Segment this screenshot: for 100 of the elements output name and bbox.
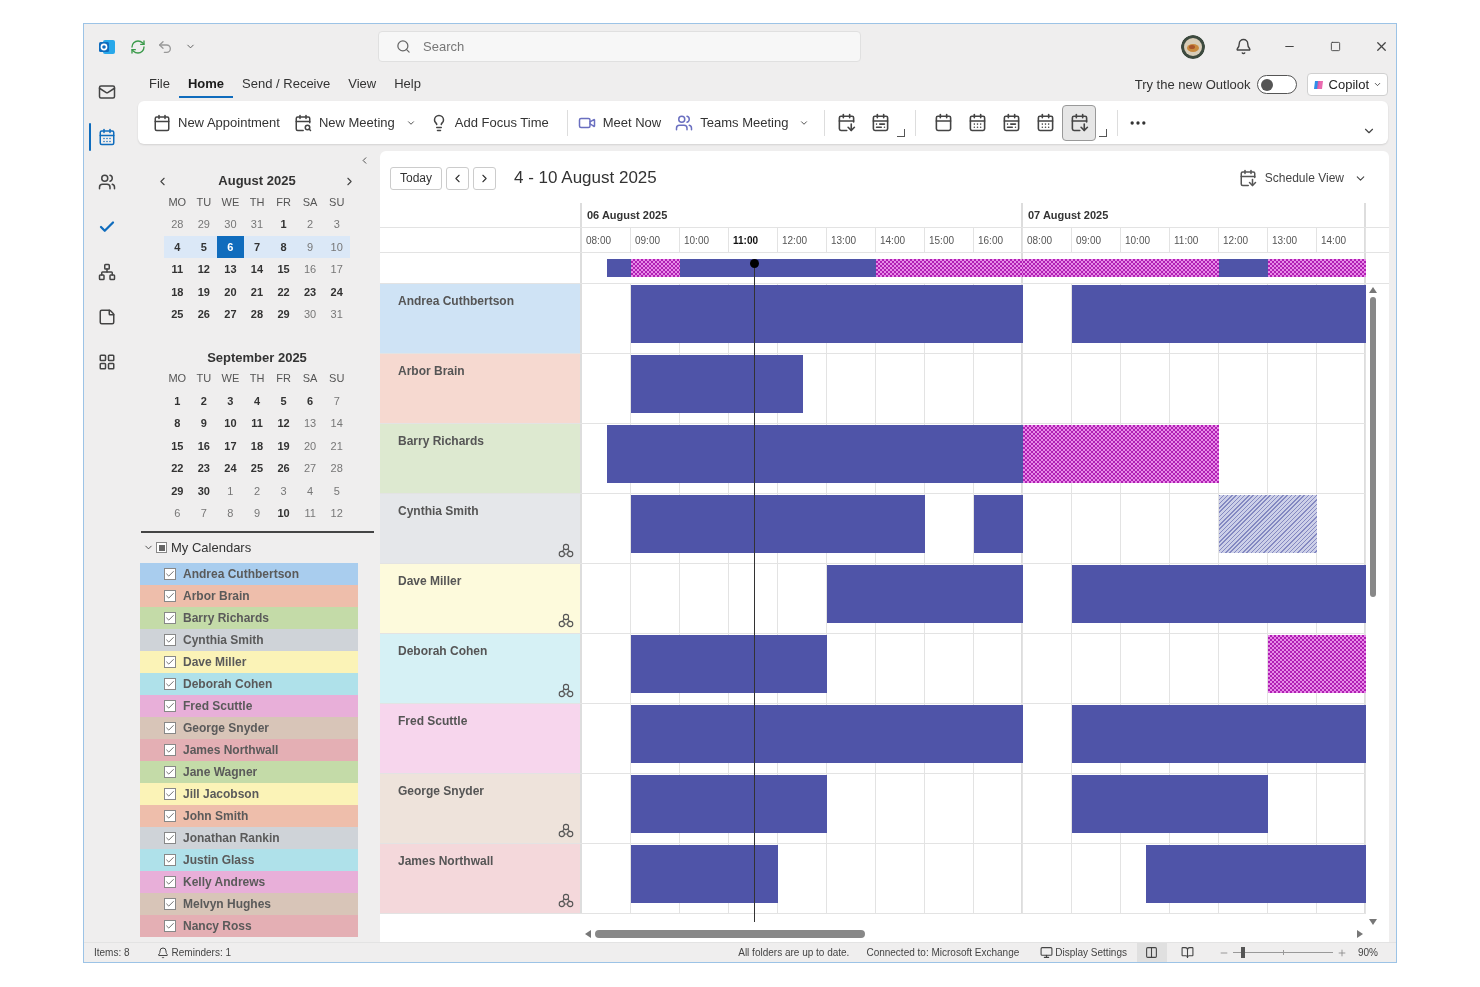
calendar-list-item[interactable]: Fred Scuttle	[140, 694, 358, 717]
display-settings-button[interactable]: Display Settings	[1040, 945, 1127, 960]
calendar-checkbox[interactable]	[164, 897, 176, 910]
calendar-checkbox[interactable]	[164, 809, 176, 822]
calendar-checkbox[interactable]	[164, 699, 176, 712]
calendar-day[interactable]: 30	[190, 479, 218, 502]
calendar-checkbox[interactable]	[164, 875, 176, 888]
previous-button[interactable]	[446, 166, 470, 190]
calendar-checkbox[interactable]	[164, 633, 176, 646]
close-icon[interactable]	[1374, 39, 1389, 54]
next-seven-days-icon[interactable]	[871, 113, 891, 132]
calendar-day[interactable]: 10	[323, 235, 350, 258]
calendar-day[interactable]: 8	[270, 235, 297, 258]
menu-tab[interactable]: Help	[385, 71, 430, 98]
calendar-day[interactable]: 22	[270, 280, 297, 303]
calendar-checkbox[interactable]	[164, 765, 176, 778]
calendar-list-item[interactable]: James Northwall	[140, 738, 358, 761]
calendar-day[interactable]: 11	[164, 258, 191, 281]
week-row[interactable]: 1 2 3 4 5 6 7	[164, 389, 350, 412]
calendar-day[interactable]: 5	[190, 235, 218, 258]
calendar-checkbox[interactable]	[164, 743, 176, 756]
scroll-left-icon[interactable]	[585, 929, 591, 938]
calendar-day[interactable]: 23	[190, 457, 218, 480]
calendar-day[interactable]: 10	[217, 412, 244, 435]
calendar-day[interactable]: 2	[296, 213, 324, 236]
calendar-checkbox[interactable]	[164, 611, 176, 624]
calendar-day[interactable]: 18	[243, 434, 271, 457]
calendar-day[interactable]: 8	[164, 412, 191, 435]
calendar-list-item[interactable]: Melvyn Hughes	[140, 892, 358, 915]
calendar-day[interactable]: 1	[270, 213, 297, 236]
calendar-list-item[interactable]: George Snyder	[140, 716, 358, 739]
scroll-up-icon[interactable]	[1369, 287, 1377, 293]
ribbon-button[interactable]: New Appointment	[150, 106, 283, 139]
menu-tab[interactable]: Home	[178, 71, 234, 98]
today-button[interactable]: Today	[390, 166, 443, 190]
calendar-day[interactable]: 1	[164, 389, 191, 412]
mail-icon[interactable]	[97, 83, 116, 101]
calendar-day[interactable]: 17	[217, 434, 244, 457]
copilot-button[interactable]: Copilot	[1306, 73, 1388, 96]
calendar-day[interactable]: 7	[190, 502, 218, 525]
week-row[interactable]: 28 29 30 31 1 2 3	[164, 213, 350, 236]
calendar-list-item[interactable]: Nancy Ross	[140, 914, 358, 937]
next-button[interactable]	[473, 166, 497, 190]
calendar-day[interactable]: 4	[296, 479, 324, 502]
zoom-slider-thumb[interactable]	[1241, 947, 1245, 958]
week-row[interactable]: 29 30 1 2 3 4 5	[164, 479, 350, 502]
menu-tab[interactable]: View	[339, 71, 386, 98]
dialog-launcher-icon[interactable]	[1099, 129, 1108, 137]
calendar-day[interactable]: 25	[243, 457, 271, 480]
calendar-day[interactable]: 12	[190, 258, 218, 281]
search-field[interactable]: Search	[378, 31, 861, 62]
calendar-day[interactable]: 13	[296, 412, 324, 435]
calendar-day[interactable]: 8	[217, 502, 244, 525]
calendar-list-item[interactable]: Dave Miller	[140, 650, 358, 673]
week-row[interactable]: 25 26 27 28 29 30 31	[164, 303, 350, 326]
calendar-day[interactable]: 28	[164, 213, 191, 236]
calendar-day[interactable]: 29	[164, 479, 191, 502]
calendar-day[interactable]: 18	[164, 280, 191, 303]
calendar-day[interactable]: 28	[323, 457, 350, 480]
calendar-checkbox[interactable]	[164, 655, 176, 668]
week-row[interactable]: 8 9 10 11 12 13 14	[164, 412, 350, 435]
calendar-list-item[interactable]: Jill Jacobson	[140, 782, 358, 805]
calendar-day[interactable]: 4	[243, 389, 271, 412]
out-of-office-bar[interactable]	[1268, 635, 1366, 693]
calendar-day[interactable]: 3	[323, 213, 350, 236]
calendar-day[interactable]: 21	[243, 280, 271, 303]
calendar-day[interactable]: 22	[164, 457, 191, 480]
calendar-day[interactable]: 12	[270, 412, 297, 435]
week-row[interactable]: 11 12 13 14 15 16 17	[164, 258, 350, 281]
sync-icon[interactable]	[130, 38, 146, 55]
calendar-day[interactable]: 6	[296, 389, 324, 412]
ribbon-button[interactable]: Meet Now	[574, 106, 665, 139]
calendar-list-item[interactable]: Cynthia Smith	[140, 628, 358, 651]
calendar-day[interactable]: 30	[296, 303, 324, 326]
calendar-day[interactable]: 16	[190, 434, 218, 457]
calendar-day[interactable]: 9	[190, 412, 218, 435]
calendar-list-item[interactable]: John Smith	[140, 804, 358, 827]
calendar-day[interactable]: 2	[190, 389, 218, 412]
calendar-list-item[interactable]: Jonathan Rankin	[140, 826, 358, 849]
calendar-day[interactable]: 11	[296, 502, 324, 525]
out-of-office-bar[interactable]	[876, 259, 1023, 277]
horizontal-scrollbar[interactable]	[595, 929, 865, 938]
calendar-list-item[interactable]: Arbor Brain	[140, 584, 358, 607]
week-row[interactable]: 22 23 24 25 26 27 28	[164, 457, 350, 480]
scroll-right-icon[interactable]	[1357, 929, 1363, 938]
ribbon-button[interactable]: Teams Meeting	[672, 106, 813, 139]
calendar-day[interactable]: 26	[190, 303, 218, 326]
calendar-day[interactable]: 20	[296, 434, 324, 457]
calendar-day[interactable]: 17	[323, 258, 350, 281]
out-of-office-bar[interactable]	[1023, 425, 1219, 483]
calendar-day[interactable]: 3	[217, 389, 244, 412]
calendar-day[interactable]: 5	[270, 389, 297, 412]
reminders-label[interactable]: Reminders: 1	[171, 945, 232, 960]
zoom-in-icon[interactable]	[1337, 947, 1347, 958]
calendar-checkbox[interactable]	[164, 589, 176, 602]
week-row[interactable]: 4 5 6 7 8 9 10	[164, 235, 350, 258]
calendar-checkbox[interactable]	[164, 831, 176, 844]
calendar-day[interactable]: 2	[243, 479, 271, 502]
calendar-day[interactable]: 13	[217, 258, 244, 281]
calendar-day[interactable]: 11	[243, 412, 271, 435]
